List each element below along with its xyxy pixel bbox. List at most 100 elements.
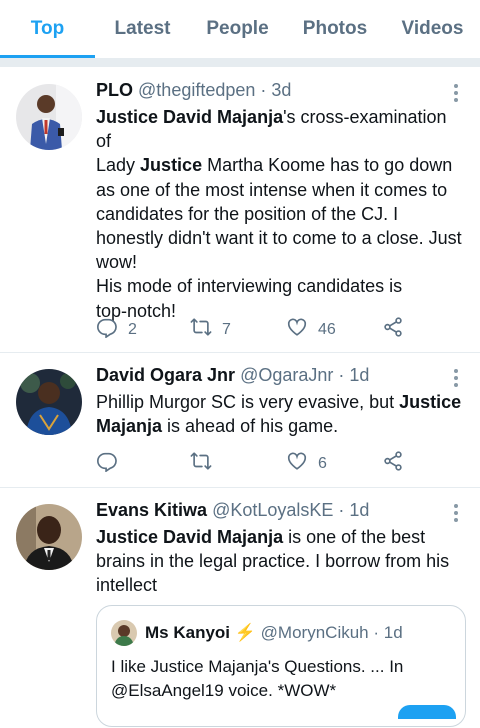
tweet-header: Evans Kitiwa @KotLoyalsKE · 1d — [96, 500, 369, 521]
tweet-header: David Ogara Jnr @OgaraJnr · 1d — [96, 365, 369, 386]
like-count: 6 — [318, 454, 327, 472]
section-divider — [0, 59, 480, 67]
tweet-time[interactable]: 1d — [349, 500, 369, 520]
lightning-emoji: ⚡ — [234, 623, 256, 642]
avatar[interactable] — [16, 369, 82, 435]
text-segment: His mode of interviewing candidates is — [96, 276, 403, 297]
tab-videos[interactable]: Videos — [385, 0, 480, 58]
search-term-highlight: Justice David Majanja — [96, 107, 284, 127]
tweet-text-line: intellect — [96, 573, 466, 597]
like-button[interactable]: 46 — [286, 316, 336, 343]
search-term-highlight: Majanja — [96, 416, 163, 437]
tab-photos[interactable]: Photos — [285, 0, 385, 58]
tweet-actions: 2 7 46 — [96, 316, 426, 340]
tweet-text: Justice David Majanja is one of the best… — [96, 525, 466, 598]
author-handle[interactable]: @thegiftedpen — [138, 80, 255, 100]
like-button[interactable]: 6 — [286, 450, 327, 477]
search-tabs: Top Latest People Photos Videos — [0, 0, 480, 59]
text-segment: is ahead of his game. — [162, 416, 339, 437]
tweet-text-line: His mode of interviewing candidates is — [96, 274, 466, 298]
tweet[interactable]: PLO @thegiftedpen · 3d Justice David Maj… — [0, 68, 480, 353]
tweet-text-line: brains in the legal practice. I borrow f… — [96, 549, 466, 573]
quoted-text-line: @ElsaAngel19 voice. *WOW* — [111, 681, 337, 700]
share-button[interactable] — [382, 316, 404, 343]
tweet-actions: 6 — [96, 450, 426, 474]
tab-top[interactable]: Top — [0, 0, 95, 58]
more-options-icon[interactable] — [454, 84, 460, 105]
heart-icon — [286, 316, 308, 343]
active-tab-indicator — [0, 55, 95, 58]
retweet-button[interactable]: 7 — [190, 316, 231, 343]
text-segment: honestly didn't want it to come to a clo… — [96, 228, 462, 249]
search-term-highlight: Justice David Majanja — [96, 527, 284, 547]
text-segment: Martha Koome has to go down — [202, 155, 453, 176]
retweet-count: 7 — [222, 320, 231, 338]
tweet-text-line: Lady Justice Martha Koome has to go down — [96, 153, 466, 177]
tab-latest-label: Latest — [114, 18, 171, 39]
tab-videos-label: Videos — [401, 18, 464, 39]
reply-button[interactable] — [96, 450, 128, 477]
author-name[interactable]: PLO — [96, 80, 133, 100]
like-count: 46 — [318, 320, 336, 338]
tweet-text-line: candidates for the position of the CJ. I — [96, 202, 466, 226]
tweet[interactable]: David Ogara Jnr @OgaraJnr · 1d Phillip M… — [0, 353, 480, 488]
retweet-icon — [190, 450, 212, 477]
reply-icon — [96, 450, 118, 477]
retweet-icon — [190, 316, 212, 343]
quoted-author-handle: @MorynCikuh — [260, 623, 369, 642]
avatar[interactable] — [16, 504, 82, 570]
separator-dot: · — [255, 80, 272, 100]
tweet-header: PLO @thegiftedpen · 3d — [96, 80, 291, 101]
author-handle[interactable]: @OgaraJnr — [240, 365, 333, 385]
quoted-time: 1d — [383, 623, 403, 642]
text-segment: as one of the most intense when it comes… — [96, 179, 448, 200]
avatar[interactable] — [16, 84, 82, 150]
reply-button[interactable]: 2 — [96, 316, 137, 343]
text-segment: brains in the legal practice. I borrow f… — [96, 551, 450, 572]
quoted-avatar[interactable] — [111, 620, 137, 646]
tab-photos-label: Photos — [302, 18, 368, 39]
tweet-text-line: wow! — [96, 250, 466, 274]
author-name[interactable]: Evans Kitiwa — [96, 500, 207, 520]
share-icon — [382, 316, 404, 343]
tweet-time[interactable]: 3d — [271, 80, 291, 100]
text-segment: wow! — [96, 252, 138, 273]
tweet-text-line: Phillip Murgor SC is very evasive, but J… — [96, 390, 466, 414]
quoted-author-name: Ms Kanyoi — [145, 623, 231, 642]
tab-top-label: Top — [30, 18, 65, 39]
tweet-text-line: Justice David Majanja's cross-examinatio… — [96, 105, 466, 153]
text-segment: Lady — [96, 155, 141, 176]
tweet-text-line: as one of the most intense when it comes… — [96, 178, 466, 202]
tweet-text-line: honestly didn't want it to come to a clo… — [96, 226, 466, 250]
separator-dot: · — [368, 623, 384, 642]
tweet-text: Phillip Murgor SC is very evasive, but J… — [96, 390, 466, 438]
tweet-time[interactable]: 1d — [349, 365, 369, 385]
tweet-text: Justice David Majanja's cross-examinatio… — [96, 105, 466, 323]
compose-fab-edge[interactable] — [398, 705, 456, 719]
heart-icon — [286, 450, 308, 477]
more-options-icon[interactable] — [454, 504, 460, 525]
text-segment: intellect — [96, 575, 158, 596]
quoted-text: I like Justice Majanja's Questions. ... … — [111, 655, 451, 703]
retweet-button[interactable] — [190, 450, 222, 477]
more-options-icon[interactable] — [454, 369, 460, 390]
quoted-text-line: I like Justice Majanja's Questions. ... … — [111, 657, 404, 676]
search-term-highlight: Justice — [399, 392, 462, 412]
author-name[interactable]: David Ogara Jnr — [96, 365, 235, 385]
text-segment: is one of the best — [283, 527, 426, 547]
text-segment: Phillip Murgor SC is very evasive, but — [96, 392, 400, 412]
tab-latest[interactable]: Latest — [95, 0, 190, 58]
tab-people-label: People — [206, 18, 269, 39]
reply-icon — [96, 316, 118, 343]
tweet-text-line: Majanja is ahead of his game. — [96, 414, 466, 438]
tab-people[interactable]: People — [190, 0, 285, 58]
share-icon — [382, 450, 404, 477]
separator-dot: · — [333, 500, 350, 520]
tweet-text-line: Justice David Majanja is one of the best — [96, 525, 466, 549]
separator-dot: · — [333, 365, 350, 385]
share-button[interactable] — [382, 450, 404, 477]
search-term-highlight: Justice — [140, 155, 203, 176]
text-segment: candidates for the position of the CJ. I — [96, 203, 399, 224]
author-handle[interactable]: @KotLoyalsKE — [212, 500, 333, 520]
quoted-header: Ms Kanyoi ⚡ @MorynCikuh · 1d — [145, 623, 403, 643]
